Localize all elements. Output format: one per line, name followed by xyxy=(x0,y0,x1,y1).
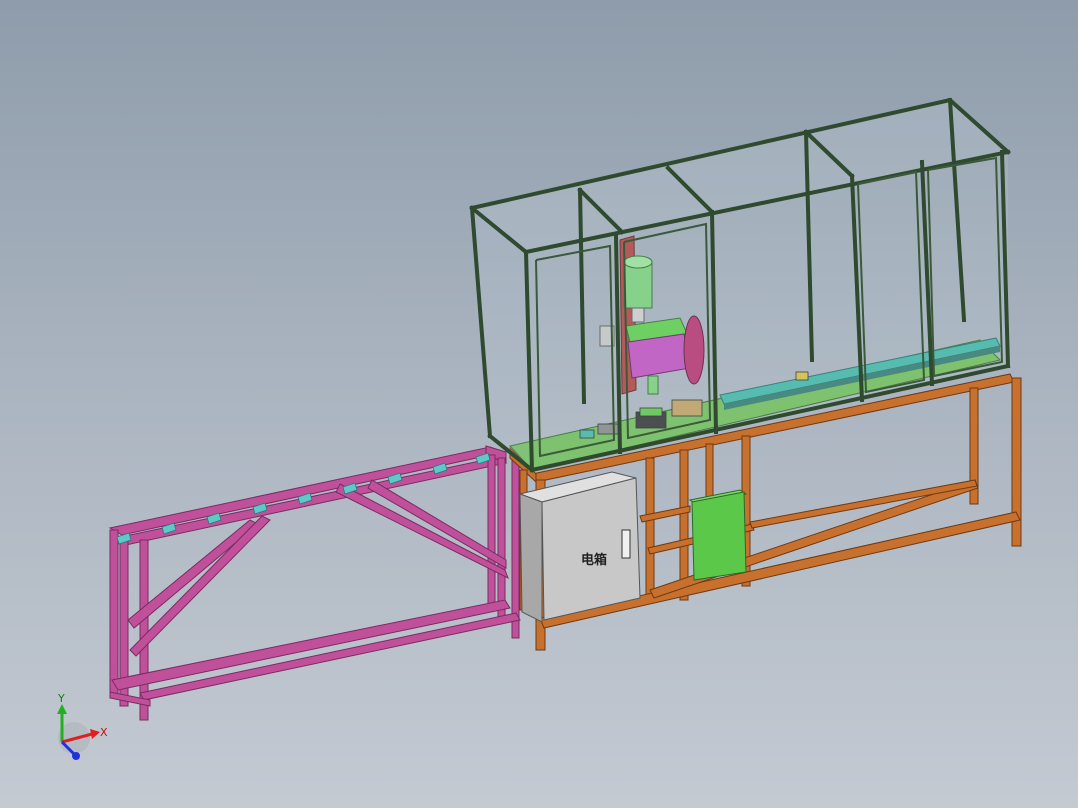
axis-triad: Y X xyxy=(57,692,108,760)
motor-box xyxy=(688,489,748,581)
electrical-box-label: 电箱 xyxy=(581,552,607,568)
conveyor-frame[interactable] xyxy=(108,445,521,721)
cad-viewport[interactable]: 电箱 Y X xyxy=(0,0,1078,808)
x-axis-label: X xyxy=(100,726,108,739)
box-handle-icon xyxy=(621,529,631,559)
safety-enclosure[interactable] xyxy=(469,97,1011,473)
conveyor-rollers xyxy=(116,452,491,545)
electrical-box[interactable]: 电箱 xyxy=(518,471,641,623)
y-axis-label: Y xyxy=(57,692,65,705)
machine-3d-model[interactable]: 电箱 Y X xyxy=(0,0,1078,808)
